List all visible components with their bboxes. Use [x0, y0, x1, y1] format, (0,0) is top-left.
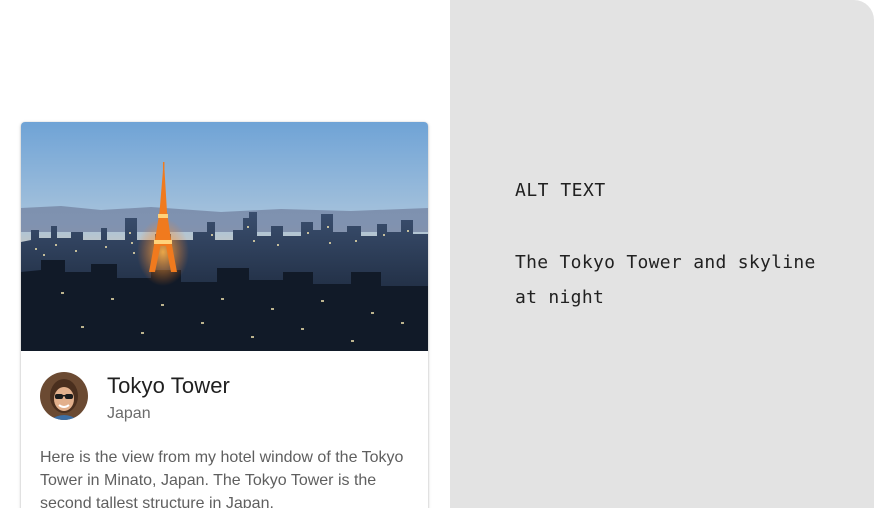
avatar[interactable] — [40, 372, 88, 420]
card-description: Here is the view from my hotel window of… — [40, 449, 404, 508]
card-header: Tokyo Tower Japan — [21, 351, 428, 441]
alt-text-label: ALT TEXT — [515, 180, 606, 201]
alt-text-value: The Tokyo Tower and skyline at night — [515, 252, 816, 308]
alt-text-panel: ALT TEXT The Tokyo Tower and skyline at … — [450, 0, 874, 508]
photo-card[interactable]: Tokyo Tower Japan Here is the view from … — [21, 122, 428, 508]
card-title: Tokyo Tower — [107, 373, 230, 398]
card-subtitle: Japan — [107, 405, 151, 422]
tokyo-skyline-photo — [21, 122, 428, 351]
screen: Tokyo Tower Japan Here is the view from … — [0, 0, 874, 508]
